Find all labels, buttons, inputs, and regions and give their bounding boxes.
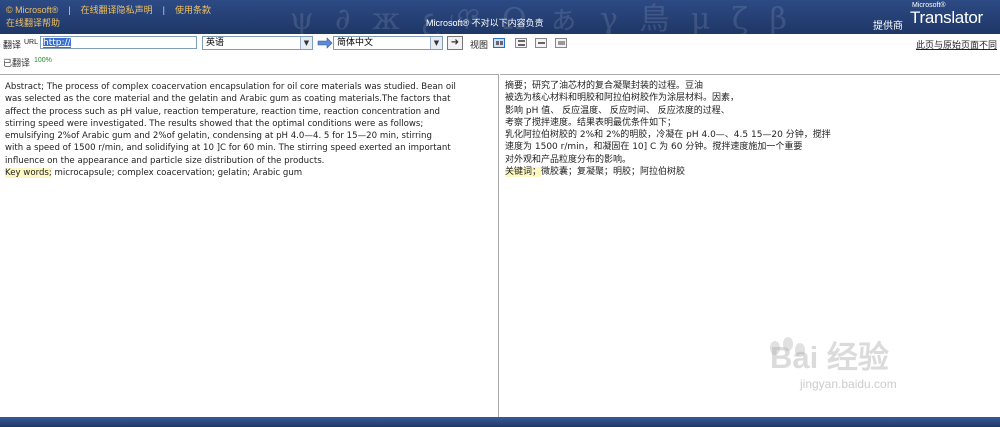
- source-line: influence on the appearance and particle…: [5, 155, 325, 166]
- view-hover-icon[interactable]: [535, 38, 547, 48]
- view-original-icon[interactable]: [555, 38, 567, 48]
- banner-links: © Microsoft® | 在线翻译隐私声明 | 使用条款: [6, 5, 211, 15]
- view-label: 视图: [470, 40, 489, 50]
- translated-label: 已翻译: [3, 58, 31, 68]
- footer-bar: [0, 417, 1000, 427]
- url-value: http://: [43, 38, 71, 48]
- source-line: stirring speed were investigated. The re…: [5, 118, 424, 129]
- source-line: Abstract; The process of complex coacerv…: [5, 82, 456, 92]
- source-language-value: 英语: [206, 38, 225, 48]
- view-side-by-side-icon[interactable]: [493, 38, 505, 48]
- watermark-url: jingyan.baidu.com: [800, 377, 897, 391]
- target-line: 影响 pH 值、 反应温度、 反应时间、 反应浓度的过程、: [505, 105, 730, 116]
- chevron-down-icon: ▼: [300, 37, 312, 49]
- target-keywords-line: 关键词；微胶囊；复凝聚；明胶；阿拉伯树胶: [505, 166, 945, 178]
- source-keywords: microcapsule; complex coacervation; gela…: [51, 168, 303, 179]
- target-language-select[interactable]: 简体中文 ▼: [333, 36, 443, 50]
- source-keywords-line: Key words; microcapsule; complex coacerv…: [5, 167, 445, 179]
- target-line: 乳化阿拉伯树胶的 2%和 2%的明胶，冷凝在 pH 4.0—、4.5 15—20…: [505, 130, 831, 141]
- target-line: 摘要；研究了油芯材的复合凝聚封装的过程。豆油: [505, 81, 704, 91]
- logo-translator[interactable]: Translator: [910, 8, 983, 28]
- progress-percent: 100%: [34, 57, 52, 64]
- provider-label: 提供商: [873, 21, 903, 32]
- target-line: 对外观和产品粒度分布的影响。: [505, 154, 632, 165]
- url-input[interactable]: http://: [40, 36, 197, 49]
- brand-copyright: © Microsoft®: [6, 5, 59, 15]
- target-language-value: 简体中文: [337, 38, 374, 48]
- source-line: was selected as the core material and th…: [5, 94, 451, 105]
- translated-text: 摘要；研究了油芯材的复合凝聚封装的过程。豆油 被选为核心材料和明胶和阿拉伯树胶作…: [505, 80, 945, 178]
- source-pane: Abstract; The process of complex coacerv…: [0, 74, 499, 417]
- target-line: 考察了搅拌速度。结果表明最优条件如下；: [505, 117, 677, 128]
- target-line: 被选为核心材料和明胶和阿拉伯树胶作为涂层材料。因素，: [505, 93, 740, 104]
- watermark-text: Bai 经验: [770, 340, 889, 375]
- target-keywords: 微胶囊；复凝聚；明胶；阿拉伯树胶: [541, 167, 686, 178]
- source-line: emulsifying 2%of Arabic gum and 2%of gel…: [5, 131, 432, 142]
- source-line: affect the process such as pH value, rea…: [5, 106, 441, 117]
- chevron-down-icon: ▼: [430, 37, 442, 49]
- view-top-bottom-icon[interactable]: [515, 38, 527, 48]
- go-arrow-icon[interactable]: ➜: [447, 36, 463, 50]
- header-banner: ψ ∂ ж ع ঞ Ω ぁ γ 鳥 μ ζ β © Microsoft® | 在线翻…: [0, 0, 1000, 34]
- target-line: 速度为 1500 r/min，和凝固在 10] C 为 60 分钟。搅拌速度施加…: [505, 142, 803, 153]
- help-link[interactable]: 在线翻译帮助: [6, 16, 60, 29]
- privacy-link[interactable]: 在线翻译隐私声明: [81, 5, 153, 15]
- source-text: Abstract; The process of complex coacerv…: [5, 81, 456, 179]
- translate-label: 翻译: [3, 40, 22, 50]
- source-line: with a speed of 1500 r/min, and solidify…: [5, 143, 451, 154]
- target-keywords-label: 关键词；: [505, 167, 542, 178]
- target-pane: 摘要；研究了油芯材的复合凝聚封装的过程。豆油 被选为核心材料和明胶和阿拉伯树胶作…: [500, 74, 1000, 417]
- url-label: URL: [24, 39, 39, 46]
- source-language-select[interactable]: 英语 ▼: [202, 36, 313, 50]
- swap-arrow-icon[interactable]: [317, 37, 333, 49]
- disclaimer-text: Microsoft® 不对以下内容负责: [426, 18, 544, 28]
- terms-link[interactable]: 使用条款: [175, 5, 211, 15]
- differs-from-original-link[interactable]: 此页与原始页面不同: [916, 38, 997, 51]
- source-keywords-label: Key words;: [5, 168, 52, 179]
